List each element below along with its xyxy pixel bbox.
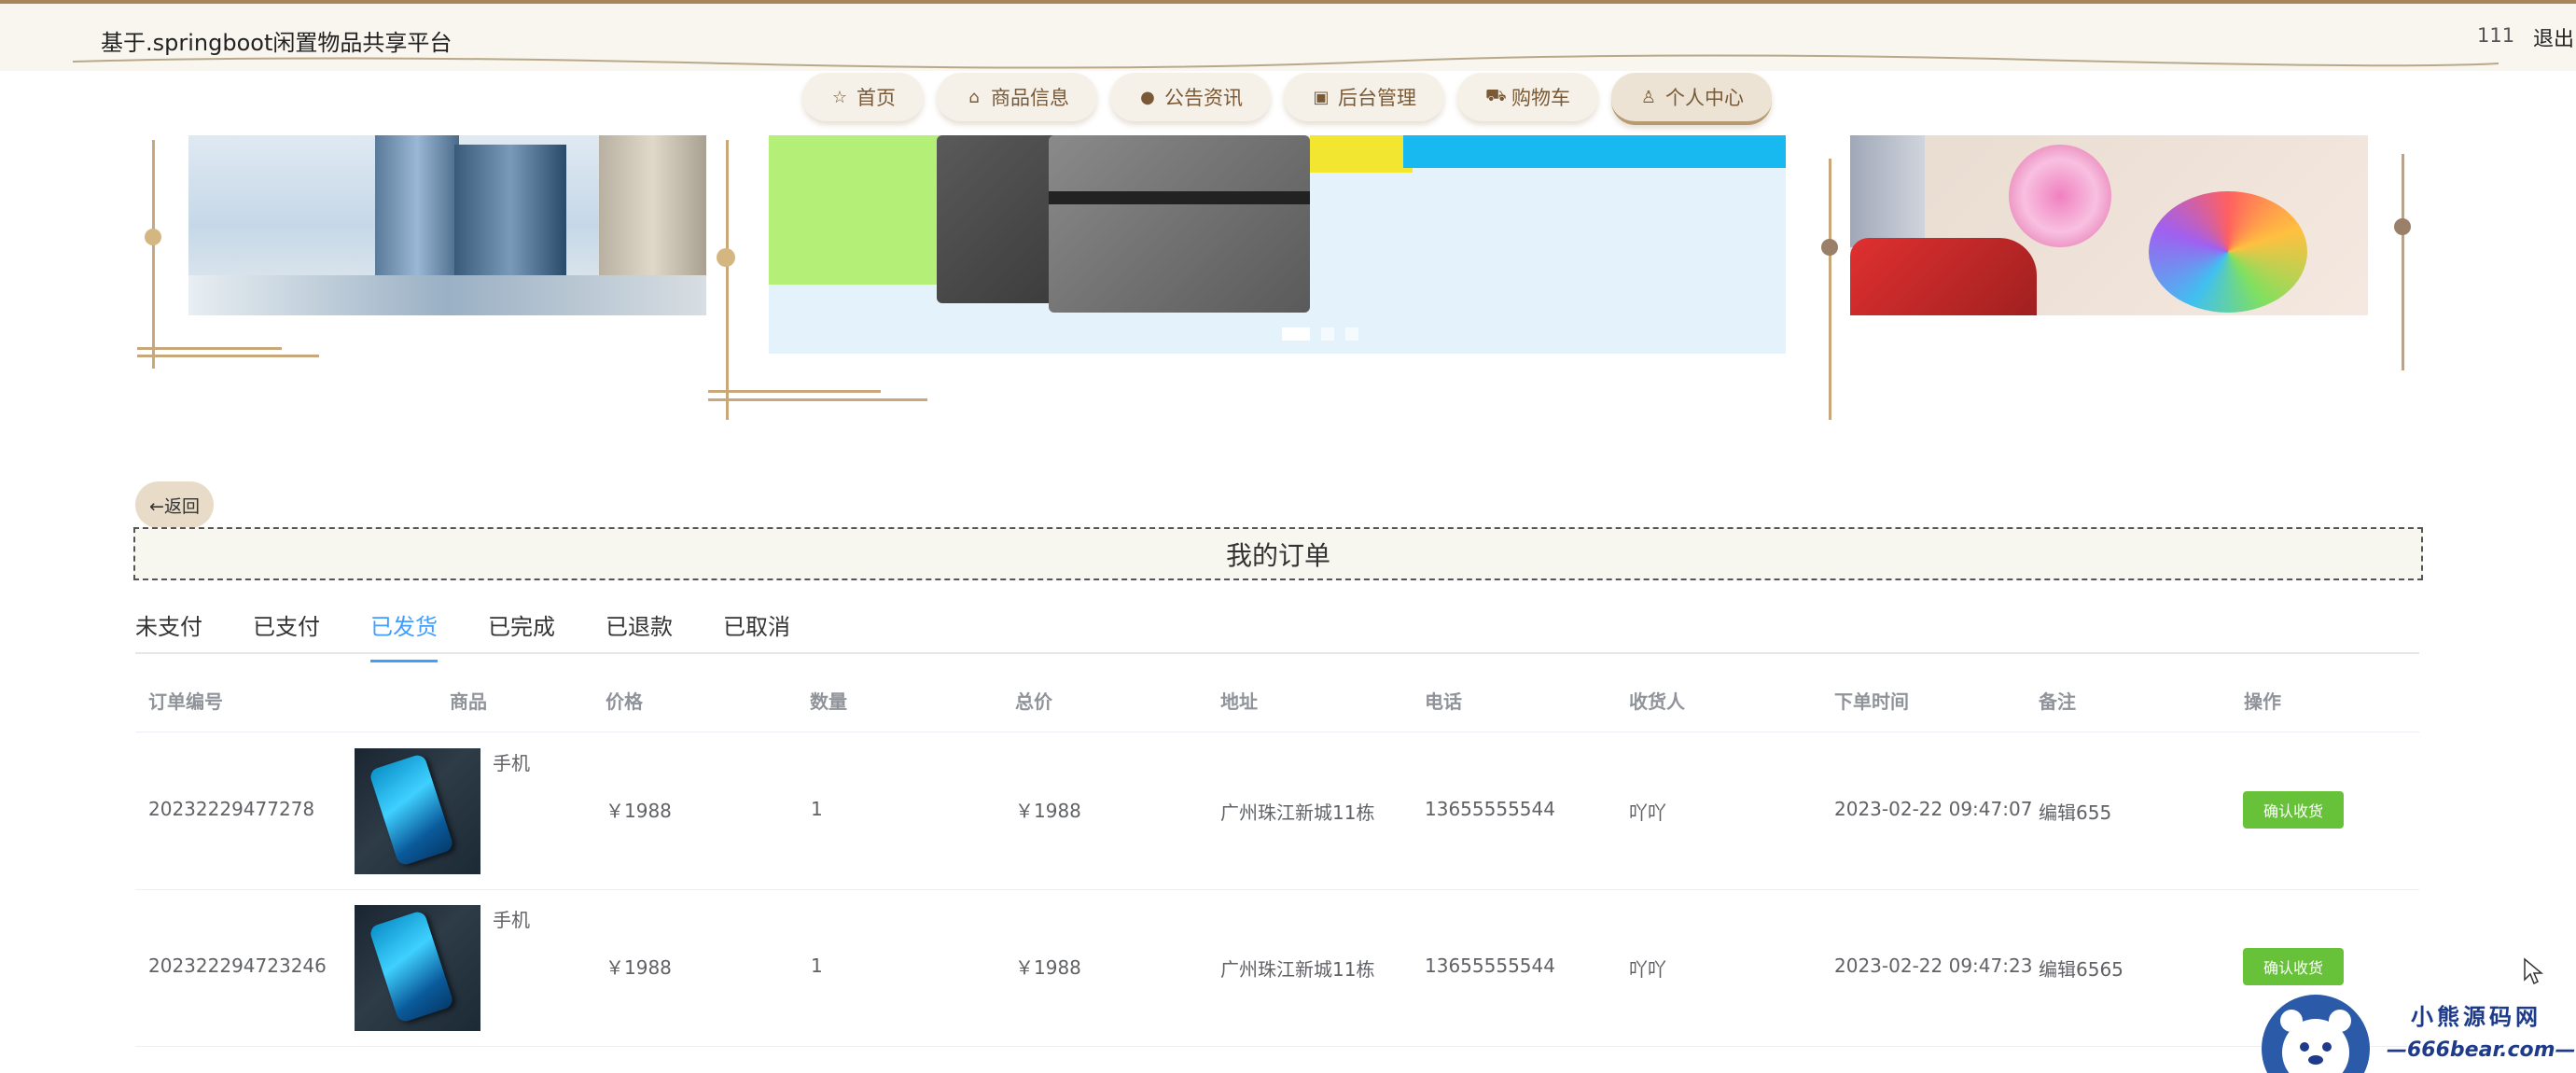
col-product: 商品 [450, 690, 487, 713]
tabs-divider [135, 652, 2419, 654]
tab-shipped[interactable]: 已发货 [370, 608, 438, 662]
col-qty: 数量 [810, 690, 847, 713]
star-icon: ☆ [831, 87, 848, 107]
banner-left-building[interactable] [188, 135, 706, 315]
col-total: 总价 [1015, 690, 1052, 713]
tab-unpaid[interactable]: 未支付 [135, 608, 202, 662]
tab-refunded[interactable]: 已退款 [606, 608, 673, 662]
bag-icon: ⌂ [968, 87, 980, 107]
nav-news[interactable]: ● 公告资讯 [1110, 73, 1271, 121]
bear-logo [2262, 995, 2370, 1073]
nav-products[interactable]: ⌂ 商品信息 [937, 73, 1097, 121]
order-no: 202322294723246 [148, 955, 327, 977]
nav-news-label: 公告资讯 [1164, 87, 1243, 109]
banner-center-felt-bags[interactable] [769, 135, 1786, 354]
confirm-receipt-button[interactable]: 确认收货 [2243, 948, 2344, 985]
watermark-url: —666bear.com— [2387, 1038, 2576, 1062]
table-header: 订单编号 商品 价格 数量 总价 地址 电话 收货人 下单时间 备注 操作 [135, 687, 2419, 732]
nav-products-label: 商品信息 [991, 87, 1069, 109]
phone: 13655555544 [1425, 798, 1555, 820]
decor-line [2402, 154, 2404, 370]
cart-icon: ⛟ [1485, 86, 1507, 105]
nav-profile-label: 个人中心 [1665, 87, 1744, 109]
tab-completed[interactable]: 已完成 [488, 608, 555, 662]
col-address: 地址 [1220, 690, 1258, 713]
order-no: 20232229477278 [148, 798, 315, 820]
quantity: 1 [811, 955, 823, 977]
orders-title-text: 我的订单 [1225, 539, 1330, 571]
decor-dot [1821, 239, 1838, 256]
decor-line [137, 355, 319, 357]
nav-admin-label: 后台管理 [1338, 87, 1416, 109]
quantity: 1 [811, 798, 823, 820]
price: ￥1988 [606, 800, 672, 822]
decor-line [137, 347, 282, 350]
table-row: 202322294723246 手机 ￥1988 1 ￥1988 广州珠江新城1… [135, 889, 2419, 1047]
table-row: 20232229477278 手机 ￥1988 1 ￥1988 广州珠江新城11… [135, 732, 2419, 890]
receiver: 吖吖 [1629, 958, 1666, 981]
orders-title: 我的订单 [133, 527, 2423, 580]
col-remark: 备注 [2039, 690, 2076, 713]
phone: 13655555544 [1425, 955, 1555, 977]
price: ￥1988 [606, 956, 672, 979]
product-thumbnail[interactable] [355, 905, 480, 1031]
decor-dot [145, 229, 161, 245]
decor-line [708, 390, 881, 393]
carousel-indicator-2[interactable] [1321, 327, 1334, 341]
header-wave-divider [73, 54, 2499, 69]
product-name: 手机 [493, 909, 530, 931]
nav-cart-label: 购物车 [1511, 87, 1570, 109]
back-button[interactable]: ←返回 [135, 481, 214, 528]
col-action: 操作 [2244, 690, 2281, 713]
logout-link[interactable]: 退出 [2533, 22, 2574, 52]
banner-right-art[interactable] [1850, 135, 2368, 315]
nav-profile[interactable]: ♙ 个人中心 [1611, 73, 1772, 125]
receiver: 吖吖 [1629, 801, 1666, 824]
decor-dot [717, 248, 735, 267]
col-receiver: 收货人 [1629, 690, 1685, 713]
col-time: 下单时间 [1834, 690, 1909, 713]
decor-line [708, 398, 927, 401]
tab-cancelled[interactable]: 已取消 [723, 608, 790, 662]
col-order-no: 订单编号 [148, 690, 223, 713]
decor-line [1829, 159, 1831, 420]
col-phone: 电话 [1425, 690, 1462, 713]
product-name: 手机 [493, 752, 530, 774]
nav-cart[interactable]: ⛟ 购物车 [1457, 73, 1598, 121]
watermark-name: 小熊源码网 [2411, 1004, 2541, 1030]
tab-paid[interactable]: 已支付 [253, 608, 320, 662]
remark: 编辑6565 [2039, 958, 2123, 981]
info-icon: ● [1140, 87, 1155, 107]
col-price: 价格 [606, 690, 643, 713]
product-thumbnail[interactable] [355, 748, 480, 874]
order-status-tabs: 未支付 已支付 已发货 已完成 已退款 已取消 [135, 608, 790, 662]
mouse-cursor-icon [2524, 957, 2543, 985]
order-time: 2023-02-22 09:47:23 [1834, 955, 2033, 977]
total: ￥1988 [1015, 956, 1081, 979]
decor-line [152, 140, 155, 369]
address: 广州珠江新城11栋 [1220, 801, 1375, 824]
nav-home-label: 首页 [856, 87, 896, 109]
user-icon: ♙ [1640, 87, 1657, 107]
decor-line [726, 140, 729, 420]
nav-admin[interactable]: ▣ 后台管理 [1284, 73, 1444, 121]
decor-dot [2394, 218, 2411, 235]
briefcase-icon: ▣ [1313, 87, 1330, 107]
main-nav: ☆ 首页 ⌂ 商品信息 ● 公告资讯 ▣ 后台管理 ⛟ 购物车 ♙ 个人中心 [802, 73, 1772, 125]
total: ￥1988 [1015, 800, 1081, 822]
order-time: 2023-02-22 09:47:07 [1834, 798, 2033, 820]
nav-home[interactable]: ☆ 首页 [802, 73, 924, 121]
carousel-indicator-3[interactable] [1345, 327, 1358, 341]
confirm-receipt-button[interactable]: 确认收货 [2243, 791, 2344, 829]
address: 广州珠江新城11栋 [1220, 958, 1375, 981]
username: 111 [2477, 24, 2515, 47]
remark: 编辑655 [2039, 801, 2112, 824]
carousel-indicator-1[interactable] [1282, 327, 1310, 341]
